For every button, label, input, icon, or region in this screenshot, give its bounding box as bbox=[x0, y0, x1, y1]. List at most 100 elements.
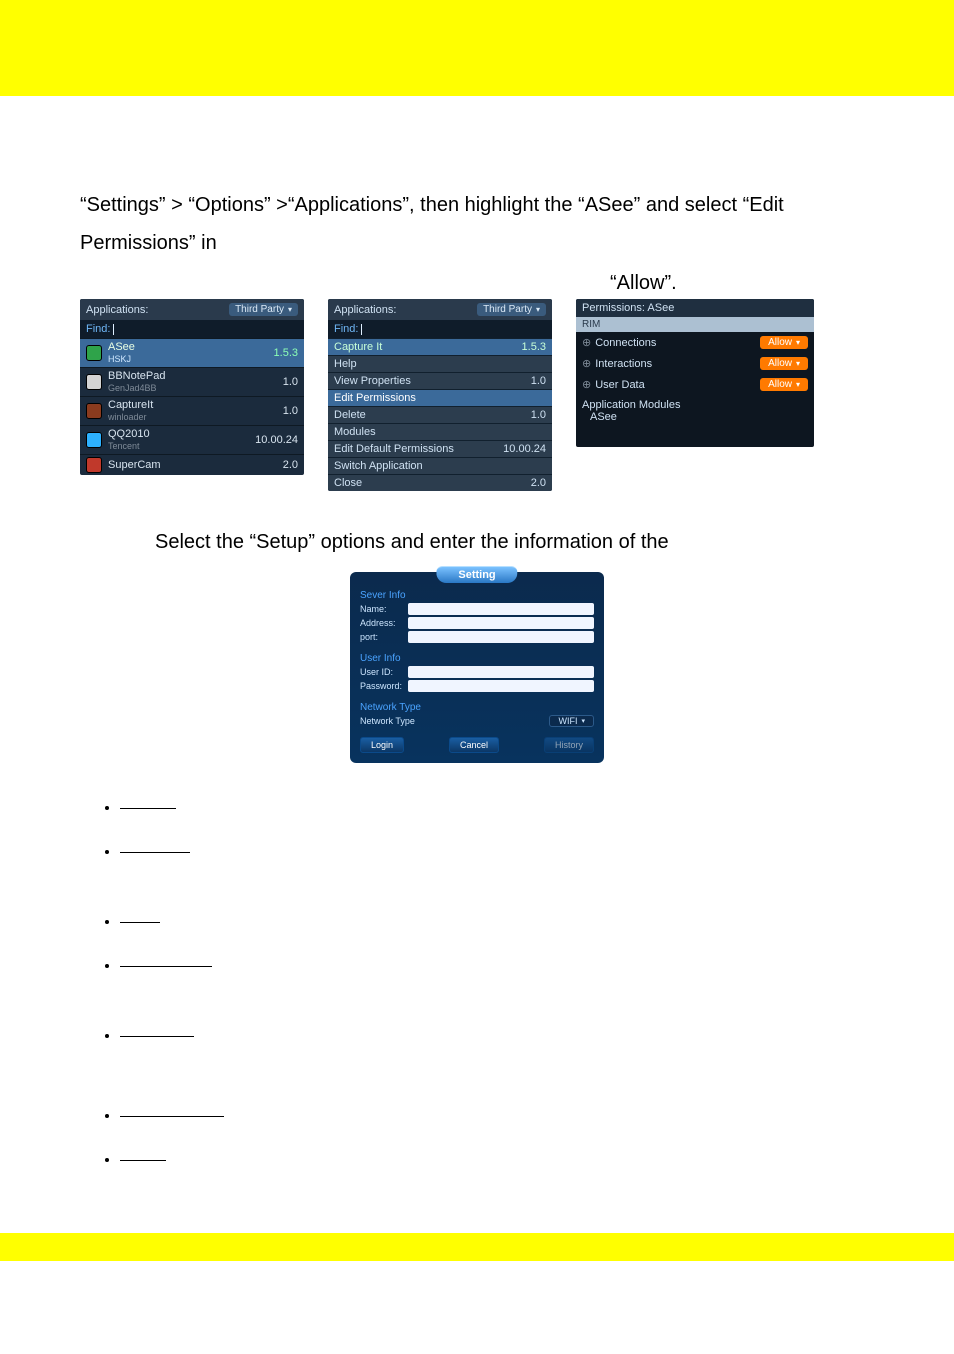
login-button[interactable]: Login bbox=[360, 737, 404, 753]
bullet-item bbox=[120, 957, 874, 973]
setup-instruction: Select the “Setup” options and enter the… bbox=[80, 531, 874, 554]
menu-item-version: 1.5.3 bbox=[522, 341, 546, 353]
menu-item-label: View Properties bbox=[334, 375, 411, 387]
list-item[interactable]: SuperCam2.0 bbox=[80, 454, 304, 475]
form-field: Name: bbox=[360, 603, 594, 615]
app-vendor: Tencent bbox=[108, 440, 150, 452]
find-field[interactable]: Find: bbox=[328, 320, 552, 338]
menu-item-label: Edit Default Permissions bbox=[334, 443, 454, 455]
field-label: port: bbox=[360, 632, 408, 642]
network-type-dropdown[interactable]: WIFI bbox=[549, 715, 594, 727]
network-type-label: Network Type bbox=[360, 716, 432, 726]
find-field[interactable]: Find: bbox=[80, 320, 304, 338]
underline-placeholder bbox=[120, 807, 176, 809]
form-field: User ID: bbox=[360, 666, 594, 678]
menu-item-version: 1.0 bbox=[531, 409, 546, 421]
permission-row: ⊕ User Data Allow bbox=[576, 374, 814, 395]
app-vendor: GenJad4BB bbox=[108, 382, 165, 394]
app-icon bbox=[86, 457, 102, 473]
rim-label: RIM bbox=[576, 317, 814, 332]
underline-placeholder bbox=[120, 851, 190, 853]
underline-placeholder bbox=[120, 965, 212, 967]
expand-icon[interactable]: ⊕ bbox=[582, 357, 591, 370]
app-version: 1.5.3 bbox=[274, 347, 298, 359]
list-item[interactable]: ASeeHSKJ1.5.3 bbox=[80, 338, 304, 367]
allow-dropdown[interactable]: Allow bbox=[760, 378, 808, 391]
app-version: 10.00.24 bbox=[255, 434, 298, 446]
menu-item[interactable]: Edit Default Permissions 10.00.24 bbox=[328, 440, 552, 457]
bullet-item bbox=[120, 913, 874, 929]
underline-placeholder bbox=[120, 1035, 194, 1037]
list-item[interactable]: QQ2010Tencent10.00.24 bbox=[80, 425, 304, 454]
permission-label: User Data bbox=[595, 379, 645, 391]
menu-item[interactable]: Close 2.0 bbox=[328, 474, 552, 491]
applications-context-menu-screenshot: Applications: Third Party Find: Capture … bbox=[328, 299, 552, 491]
text-input[interactable] bbox=[408, 603, 594, 615]
app-version: 1.0 bbox=[283, 376, 298, 388]
field-label: User ID: bbox=[360, 667, 408, 677]
menu-item[interactable]: Switch Application bbox=[328, 457, 552, 474]
menu-item-label: Capture It bbox=[334, 341, 382, 353]
app-version: 1.0 bbox=[283, 405, 298, 417]
app-icon bbox=[86, 374, 102, 390]
expand-icon[interactable]: ⊕ bbox=[582, 378, 591, 391]
instruction-paragraph: “Settings” > “Options” >“Applications”, … bbox=[80, 186, 874, 262]
permission-row: ⊕ Connections Allow bbox=[576, 332, 814, 353]
cancel-button[interactable]: Cancel bbox=[449, 737, 499, 753]
menu-item-label: Close bbox=[334, 477, 362, 489]
permission-label: Connections bbox=[595, 337, 656, 349]
allow-dropdown[interactable]: Allow bbox=[760, 336, 808, 349]
underline-placeholder bbox=[120, 1159, 166, 1161]
permission-row: ⊕ Interactions Allow bbox=[576, 353, 814, 374]
applications-list-screenshot: Applications: Third Party Find: ASeeHSKJ… bbox=[80, 299, 304, 475]
menu-item[interactable]: Capture It 1.5.3 bbox=[328, 338, 552, 355]
third-party-filter[interactable]: Third Party bbox=[477, 303, 546, 316]
menu-item-label: Help bbox=[334, 358, 357, 370]
app-name: SuperCam bbox=[108, 459, 161, 471]
permission-label: Interactions bbox=[595, 358, 652, 370]
panel-title: Applications: bbox=[334, 304, 396, 316]
app-vendor: winloader bbox=[108, 411, 153, 423]
third-party-filter[interactable]: Third Party bbox=[229, 303, 298, 316]
text-input[interactable] bbox=[408, 617, 594, 629]
menu-item[interactable]: Modules bbox=[328, 423, 552, 440]
menu-item[interactable]: Help bbox=[328, 355, 552, 372]
setting-dialog-screenshot: Setting Sever Info Name:Address:port: Us… bbox=[350, 572, 604, 763]
bullet-item bbox=[120, 843, 874, 859]
permissions-screenshot: Permissions: ASee RIM ⊕ConnectionsAllow⊕… bbox=[576, 299, 814, 447]
text-input[interactable] bbox=[408, 666, 594, 678]
expand-icon[interactable]: ⊕ bbox=[582, 336, 591, 349]
menu-item-version: 2.0 bbox=[531, 477, 546, 489]
application-modules-label: Application Modules bbox=[582, 399, 808, 411]
application-modules-value: ASee bbox=[582, 411, 808, 423]
list-item[interactable]: BBNotePadGenJad4BB1.0 bbox=[80, 367, 304, 396]
menu-item-label: Switch Application bbox=[334, 460, 423, 472]
app-icon bbox=[86, 345, 102, 361]
menu-item-label: Modules bbox=[334, 426, 376, 438]
allow-dropdown[interactable]: Allow bbox=[760, 357, 808, 370]
bullet-item bbox=[120, 1107, 874, 1123]
history-button[interactable]: History bbox=[544, 737, 594, 753]
form-field: Address: bbox=[360, 617, 594, 629]
permissions-title: Permissions: ASee bbox=[576, 299, 814, 317]
app-vendor: HSKJ bbox=[108, 353, 135, 365]
underline-placeholder bbox=[120, 1115, 224, 1117]
app-icon bbox=[86, 432, 102, 448]
app-icon bbox=[86, 403, 102, 419]
field-label: Name: bbox=[360, 604, 408, 614]
list-item[interactable]: CaptureItwinloader 1.0 bbox=[80, 396, 304, 425]
form-field: Password: bbox=[360, 680, 594, 692]
server-info-section: Sever Info bbox=[360, 590, 594, 601]
menu-item[interactable]: Delete1.0 bbox=[328, 406, 552, 423]
menu-item-version: 10.00.24 bbox=[503, 443, 546, 455]
menu-item[interactable]: View Properties 1.0 bbox=[328, 372, 552, 389]
text-input[interactable] bbox=[408, 631, 594, 643]
field-label: Address: bbox=[360, 618, 408, 628]
bullet-item bbox=[120, 1151, 874, 1167]
text-input[interactable] bbox=[408, 680, 594, 692]
menu-item[interactable]: Edit Permissions bbox=[328, 389, 552, 406]
app-name: CaptureIt bbox=[108, 399, 153, 411]
menu-item-version: 1.0 bbox=[531, 375, 546, 387]
bullet-list bbox=[80, 799, 874, 1167]
field-label: Password: bbox=[360, 681, 408, 691]
